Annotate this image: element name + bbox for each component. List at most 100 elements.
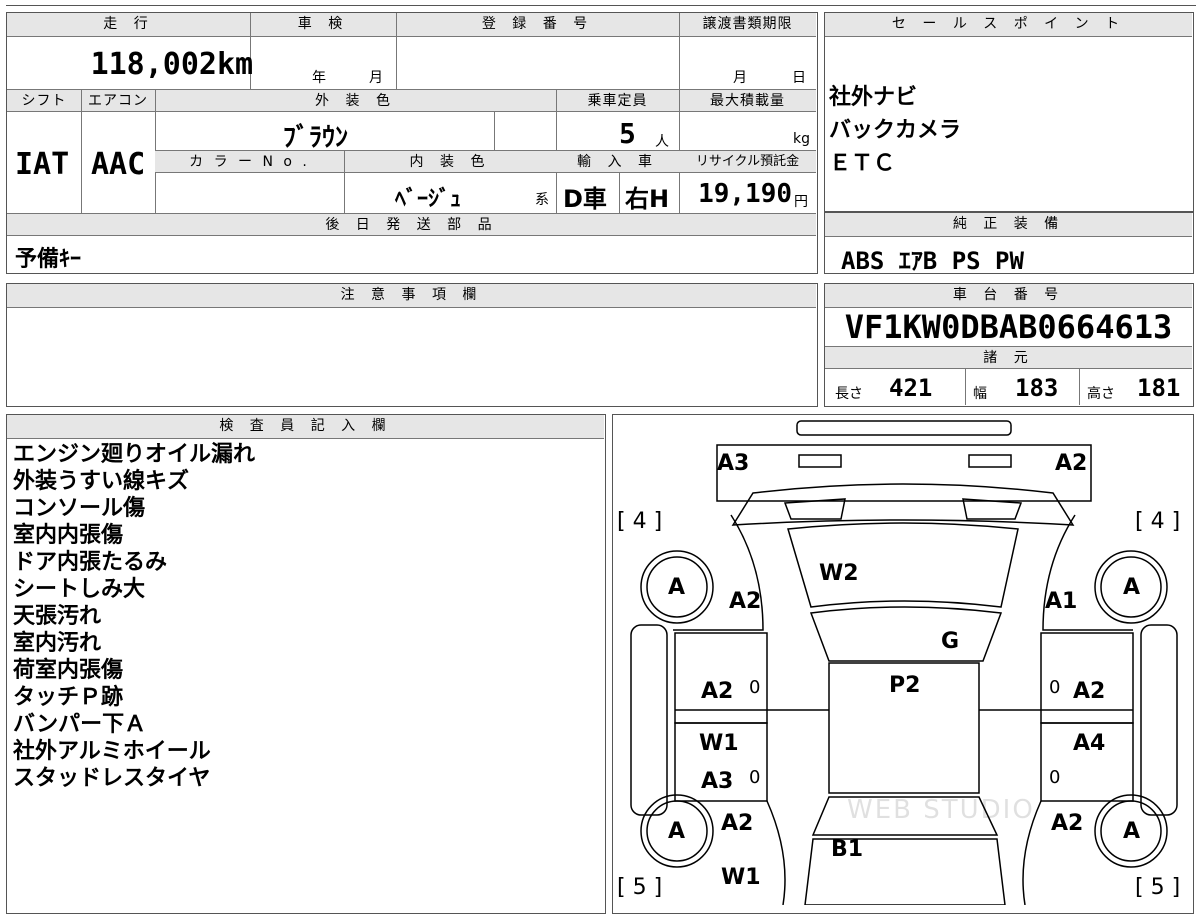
sales-points-box: セ ー ル ス ポ イ ン ト 社外ナビ バックカメラ ＥＴＣ: [824, 12, 1194, 212]
diagram-label-a2-ld: A2: [701, 679, 734, 704]
diagram-wheel-fl: A: [668, 575, 686, 600]
specs-header: 諸 元: [825, 347, 1192, 369]
sales-point-item: ＥＴＣ: [829, 151, 896, 176]
inspector-line: 外装うすい線キズ: [13, 469, 190, 494]
sales-point-item: バックカメラ: [829, 118, 962, 143]
shaken-header: 車 検: [250, 13, 396, 37]
later-parts-header: 後 日 発 送 部 品: [7, 214, 816, 236]
capacity-header: 乗車定員: [556, 90, 679, 112]
spec-height-value: 181: [1137, 374, 1181, 402]
max-load-header: 最大積載量: [679, 90, 816, 112]
diagram-label-0-ld: 0: [749, 677, 761, 698]
inspector-line: 室内内張傷: [13, 523, 124, 548]
equipment-box: 純 正 装 備 ABS ｴｱB PS PW: [824, 212, 1194, 275]
diagram-label-w1-rear: W1: [721, 865, 761, 890]
spec-length-label: 長さ: [835, 386, 863, 402]
diagram-label-w1-l: W1: [699, 731, 739, 756]
diagram-label-0-rd: 0: [1049, 677, 1061, 698]
vehicle-info-box: 走 行 車 検 登 録 番 号 譲渡書類期限 118,002 km 年 月 月 …: [6, 12, 818, 274]
shift-header: シフト: [7, 90, 81, 112]
exterior-value: ﾌﾞﾗｳﾝ: [283, 123, 349, 153]
diagram-label-a2-rl: A2: [721, 811, 754, 836]
inspector-line: シートしみ大: [13, 577, 146, 602]
chassis-box: 車 台 番 号 VF1KW0DBAB0664613 諸 元 長さ 421 幅 1…: [824, 283, 1194, 407]
recycle-header: リサイクル預託金: [679, 151, 816, 173]
spec-width-label: 幅: [973, 386, 987, 402]
watermark: WEB STUDIO: [847, 795, 1035, 825]
interior-header: 内 装 色: [344, 151, 556, 173]
shaken-year-unit: 年: [312, 70, 326, 86]
inspector-line: エンジン廻りオイル漏れ: [13, 442, 256, 467]
inspector-line: スタッドレスタイヤ: [13, 766, 211, 791]
top-fragment-bar: [6, 0, 1196, 6]
color-no-header: カ ラ ー N o .: [155, 151, 344, 173]
damage-diagram-box: A3 A2 [ 4 ] [ 4 ] A A A2 A1 W2 G A2 0 P2…: [612, 414, 1194, 914]
diagram-label-b1: B1: [831, 837, 864, 862]
spec-width-value: 183: [1015, 374, 1059, 402]
diagram-label-g: G: [941, 629, 960, 654]
inspector-line: コンソール傷: [13, 496, 146, 521]
mileage-value: 118,002: [90, 47, 217, 82]
exterior-header: 外 装 色: [155, 90, 556, 112]
diagram-wheel-rl: A: [668, 819, 686, 844]
diagram-label-a4-r: A4: [1073, 731, 1106, 756]
sales-points-header: セ ー ル ス ポ イ ン ト: [825, 13, 1192, 37]
inspector-lines: エンジン廻りオイル漏れ 外装うすい線キズ コンソール傷 室内内張傷 ドア内張たるみ シート…: [13, 441, 255, 792]
diagram-label-a2-rd: A2: [1073, 679, 1106, 704]
inspector-header: 検 査 員 記 入 欄: [7, 415, 604, 439]
car-outline-diagram: [630, 420, 1178, 905]
notes-box: 注 意 事 項 欄: [6, 283, 818, 407]
diagram-label-a2-fl: A2: [729, 589, 762, 614]
spec-length-value: 421: [889, 374, 933, 402]
inspector-line: タッチＰ跡: [13, 685, 124, 710]
notes-header: 注 意 事 項 欄: [7, 284, 816, 308]
inspector-line: 室内汚れ: [13, 631, 102, 656]
inspector-line: ドア内張たるみ: [13, 550, 168, 575]
diagram-label-p2: P2: [889, 673, 921, 698]
import-drive: D車: [563, 185, 607, 213]
capacity-unit: 人: [655, 134, 669, 150]
import-handle: 右H: [625, 185, 670, 213]
aircon-header: エアコン: [81, 90, 155, 112]
shift-value: IAT: [15, 147, 70, 182]
chassis-header: 車 台 番 号: [825, 284, 1192, 308]
diagram-label-0-rr: 0: [1049, 767, 1061, 788]
diagram-bracket-rl: [ 5 ]: [617, 875, 663, 900]
diagram-label-a3-top: A3: [717, 451, 750, 476]
transfer-month-unit: 月: [733, 70, 747, 86]
capacity-value: 5: [619, 117, 636, 150]
equipment-header: 純 正 装 備: [825, 213, 1192, 237]
sales-point-item: 社外ナビ: [829, 85, 918, 110]
equipment-value: ABS ｴｱB PS PW: [841, 247, 1024, 275]
max-load-unit: kg: [793, 131, 810, 147]
diagram-label-0-lr: 0: [749, 767, 761, 788]
diagram-bracket-fr: [ 4 ]: [1135, 509, 1181, 534]
later-parts-value: 予備ｷｰ: [15, 247, 82, 272]
shaken-month-unit: 月: [369, 70, 383, 86]
aircon-value: AAC: [91, 147, 146, 182]
chassis-number: VF1KW0DBAB0664613: [844, 308, 1173, 346]
interior-value: ﾍﾞｰｼﾞｭ: [395, 187, 462, 212]
mileage-unit: km: [217, 47, 254, 82]
diagram-label-a2-top: A2: [1055, 451, 1088, 476]
import-header: 輸 入 車: [556, 151, 679, 173]
inspector-line: 天張汚れ: [13, 604, 102, 629]
inspector-box: 検 査 員 記 入 欄 エンジン廻りオイル漏れ 外装うすい線キズ コンソール傷 室内内…: [6, 414, 606, 914]
registration-header: 登 録 番 号: [396, 13, 679, 37]
diagram-label-a1-fr: A1: [1045, 589, 1078, 614]
transfer-header: 譲渡書類期限: [679, 13, 816, 37]
diagram-label-a3-lr: A3: [701, 769, 734, 794]
diagram-label-a2-rr: A2: [1051, 811, 1084, 836]
transfer-day-unit: 日: [792, 70, 806, 86]
diagram-bracket-fl: [ 4 ]: [617, 509, 663, 534]
inspector-line: 社外アルミホイール: [13, 739, 211, 764]
recycle-value: 19,190: [698, 179, 792, 209]
diagram-label-w2: W2: [819, 561, 859, 586]
mileage-header: 走 行: [7, 13, 250, 37]
inspector-line: バンパー下Ａ: [13, 712, 147, 737]
inspector-line: 荷室内張傷: [13, 658, 124, 683]
spec-height-label: 高さ: [1087, 386, 1115, 402]
interior-suffix: 系: [535, 192, 549, 208]
diagram-wheel-rr: A: [1123, 819, 1141, 844]
diagram-wheel-fr: A: [1123, 575, 1141, 600]
